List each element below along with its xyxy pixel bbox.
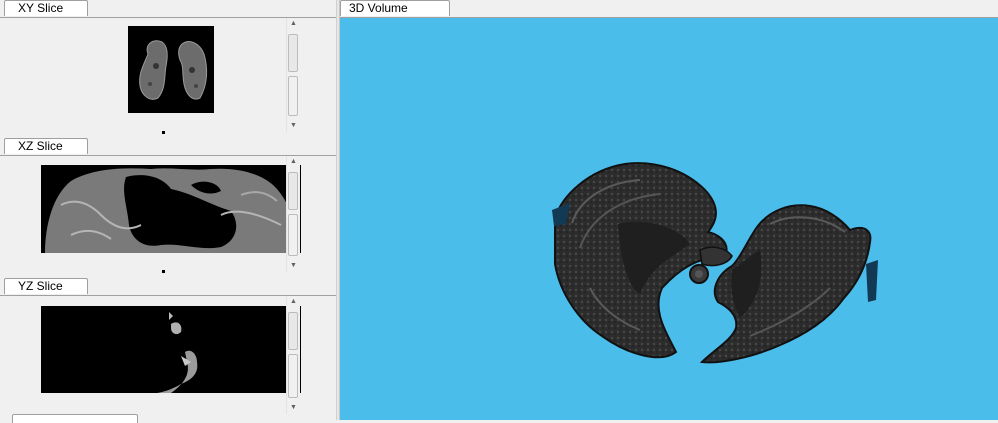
scroll-down-icon[interactable]: ▼ (287, 120, 300, 132)
yz-slice-image[interactable] (41, 306, 301, 393)
volume-panel: 3D Volume (340, 0, 998, 420)
scroll-track[interactable] (288, 76, 298, 116)
xz-slice-view[interactable]: ▲ ▼ (0, 156, 318, 273)
yz-tabbar: YZ Slice (0, 278, 336, 296)
tab-yz-slice[interactable]: YZ Slice (4, 278, 88, 294)
tab-xz-slice[interactable]: XZ Slice (4, 138, 88, 154)
volume-viewport[interactable] (340, 18, 998, 420)
scroll-up-icon[interactable]: ▲ (287, 18, 300, 30)
xz-tabbar: XZ Slice (0, 138, 336, 156)
yz-slice-panel: YZ Slice ▲ ▼ (0, 278, 336, 414)
scroll-thumb[interactable] (288, 34, 298, 72)
scroll-track[interactable] (288, 354, 298, 398)
xy-slice-panel: XY Slice ▲ ▼ (0, 0, 336, 136)
bottom-tab[interactable] (12, 414, 138, 423)
scroll-thumb[interactable] (288, 172, 298, 210)
scroll-up-icon[interactable]: ▲ (287, 156, 300, 168)
slice-panels: XY Slice ▲ ▼ XZ Slice ▲ ▼ YZ Slice ▲ ▼ (0, 0, 336, 423)
volume-render (552, 162, 878, 364)
scroll-thumb[interactable] (288, 312, 298, 350)
xz-slice-image[interactable] (41, 165, 301, 253)
scroll-down-icon[interactable]: ▼ (287, 402, 300, 414)
scroll-down-icon[interactable]: ▼ (287, 260, 300, 272)
xy-tabbar: XY Slice (0, 0, 336, 18)
xy-slice-view[interactable]: ▲ ▼ (0, 18, 318, 134)
scroll-track[interactable] (288, 214, 298, 256)
yz-slice-render (157, 312, 198, 393)
scroll-up-icon[interactable]: ▲ (287, 296, 300, 308)
xz-scrollbar[interactable]: ▲ ▼ (286, 156, 300, 272)
xy-slice-render (139, 40, 208, 100)
volume-tabbar: 3D Volume (340, 0, 998, 18)
slice-position-marker (162, 270, 165, 273)
yz-scrollbar[interactable]: ▲ ▼ (286, 296, 300, 414)
xy-scrollbar[interactable]: ▲ ▼ (286, 18, 300, 132)
yz-slice-view[interactable]: ▲ ▼ (0, 296, 318, 414)
xz-slice-render (45, 168, 299, 253)
xy-slice-image[interactable] (128, 26, 214, 113)
tab-3d-volume[interactable]: 3D Volume (340, 0, 450, 16)
tab-xy-slice[interactable]: XY Slice (4, 0, 88, 16)
xz-slice-panel: XZ Slice ▲ ▼ (0, 138, 336, 274)
